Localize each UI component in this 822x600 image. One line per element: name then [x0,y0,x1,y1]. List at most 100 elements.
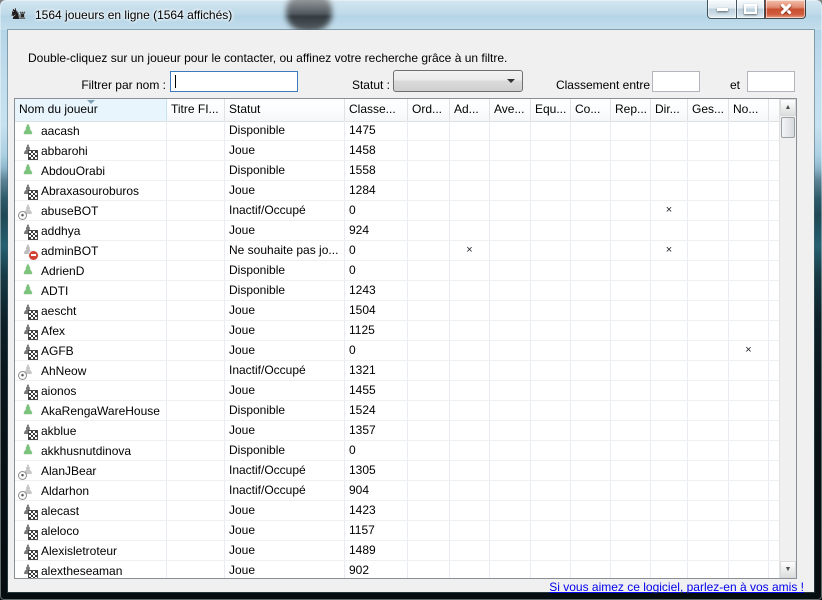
player-row[interactable]: ♟akkhusnutdinovaDisponible0 [15,441,779,461]
player-row[interactable]: ♟aacashDisponible1475 [15,121,779,141]
player-row[interactable]: ♟aeschtJoue1504 [15,301,779,321]
maximize-button[interactable] [736,0,765,19]
column-header-name[interactable]: Nom du joueur [15,99,167,121]
filter-name-input[interactable] [170,71,298,92]
player-row[interactable]: ♟addhyaJoue924 [15,221,779,241]
player-co-cell [571,121,611,140]
player-row[interactable]: ♟aionosJoue1455 [15,381,779,401]
player-no-cell [729,421,769,440]
player-no-cell [729,141,769,160]
vertical-scrollbar[interactable]: ▲ ▼ [779,99,796,578]
player-rep-cell [611,201,651,220]
player-rep-cell [611,181,651,200]
column-header-statut[interactable]: Statut [225,99,345,121]
player-ord-cell [408,121,450,140]
player-ad-cell [450,201,490,220]
player-name-cell: ♟AlanJBear [15,461,167,480]
green-pawn-icon: ♟ [20,123,36,139]
player-co-cell [571,461,611,480]
player-row[interactable]: ♟AbdouOrabiDisponible1558 [15,161,779,181]
player-dir-cell [651,521,688,540]
rating-range-label: Classement entre [554,75,650,95]
column-header-ord[interactable]: Ord... [408,99,450,121]
player-no-cell [729,461,769,480]
player-row[interactable]: ♟ADTIDisponible1243 [15,281,779,301]
playing-pawn-checkerboard-icon: ♟ [20,183,36,199]
player-ave-cell [490,361,531,380]
titlebar[interactable]: ♞ ♜ 1564 joueurs en ligne (1564 affichés… [0,0,822,30]
player-row[interactable]: ♟alextheseamanJoue902 [15,561,779,578]
player-rep-cell [611,241,651,260]
player-rep-cell [611,421,651,440]
column-header-co[interactable]: Co... [571,99,611,121]
column-header-classement[interactable]: Classe... [345,99,408,121]
player-ad-cell [450,321,490,340]
player-row[interactable]: ♟AbraxasouroburosJoue1284 [15,181,779,201]
player-no-cell: × [729,341,769,360]
column-header-rep[interactable]: Rep... [611,99,651,121]
green-pawn-icon: ♟ [20,403,36,419]
player-name: Aldarhon [41,482,89,500]
close-button[interactable] [765,0,806,19]
window-title: 1564 joueurs en ligne (1564 affichés) [35,8,232,22]
table-header: Nom du joueur Titre FI... Statut Classe... O… [15,99,796,122]
column-header-label: Classe... [349,102,396,116]
minimize-button[interactable] [707,0,736,19]
player-ave-cell [490,481,531,500]
player-name: AGFB [41,342,74,360]
column-header-no[interactable]: No... [729,99,769,121]
player-row[interactable]: ♟AdrienDDisponible0 [15,261,779,281]
column-header-ave[interactable]: Ave... [490,99,531,121]
player-row[interactable]: ♟AlanJBearInactif/Occupé1305 [15,461,779,481]
player-dir-cell [651,341,688,360]
player-rating-cell: 1455 [345,381,408,400]
player-status-cell: Joue [225,181,345,200]
player-no-cell [729,381,769,400]
player-row[interactable]: ♟adminBOTNe souhaite pas jo...0×× [15,241,779,261]
scroll-down-button[interactable]: ▼ [780,561,796,578]
player-status-cell: Inactif/Occupé [225,361,345,380]
player-row[interactable]: ♟abbarohiJoue1458 [15,141,779,161]
player-row[interactable]: ♟AfexJoue1125 [15,321,779,341]
player-row[interactable]: ♟AGFBJoue0× [15,341,779,361]
column-header-equ[interactable]: Equ... [531,99,571,121]
column-header-label: Titre FI... [171,102,219,116]
player-row[interactable]: ♟alecastJoue1423 [15,501,779,521]
rating-max-input[interactable] [747,71,795,92]
player-name-cell: ♟alextheseaman [15,561,167,578]
player-ges-cell [688,561,729,578]
player-row[interactable]: ♟abuseBOTInactif/Occupé0× [15,201,779,221]
scrollbar-thumb[interactable] [781,117,795,138]
player-ord-cell [408,501,450,520]
player-ave-cell [490,461,531,480]
scroll-up-button[interactable]: ▲ [780,99,796,116]
player-row[interactable]: ♟AldarhonInactif/Occupé904 [15,481,779,501]
player-row[interactable]: ♟AkaRengaWareHouseDisponible1524 [15,401,779,421]
player-row[interactable]: ♟akblueJoue1357 [15,421,779,441]
player-co-cell [571,241,611,260]
column-header-label: No... [733,102,758,116]
player-ges-cell [688,441,729,460]
player-titre-cell [167,401,225,420]
player-co-cell [571,321,611,340]
column-header-titre[interactable]: Titre FI... [167,99,225,121]
column-header-ges[interactable]: Ges... [688,99,729,121]
rating-min-input[interactable] [652,71,700,92]
player-dir-cell: × [651,241,688,260]
player-equ-cell [531,121,571,140]
player-name-cell: ♟akblue [15,421,167,440]
column-header-dir[interactable]: Dir... [651,99,688,121]
player-rating-cell: 1489 [345,541,408,560]
column-header-ad[interactable]: Ad... [450,99,490,121]
player-ord-cell [408,201,450,220]
status-dropdown[interactable] [393,70,523,92]
player-row[interactable]: ♟AlexisletroteurJoue1489 [15,541,779,561]
player-row[interactable]: ♟alelocoJoue1157 [15,521,779,541]
player-equ-cell [531,161,571,180]
player-co-cell [571,381,611,400]
player-row[interactable]: ♟AhNeowInactif/Occupé1321 [15,361,779,381]
player-status-cell: Disponible [225,261,345,280]
player-rating-cell: 1321 [345,361,408,380]
player-equ-cell [531,301,571,320]
share-software-link[interactable]: Si vous aimez ce logiciel, parlez-en à v… [549,580,804,594]
